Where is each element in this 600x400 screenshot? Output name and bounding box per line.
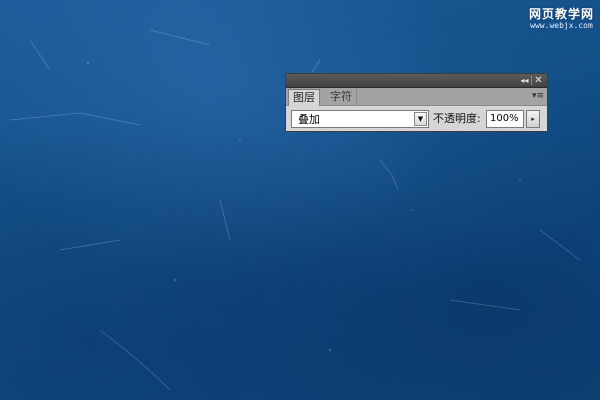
opacity-label: 不透明度: bbox=[433, 112, 481, 125]
canvas-texture bbox=[9, 29, 581, 391]
close-icon[interactable]: ✕ bbox=[532, 74, 545, 87]
panel-titlebar[interactable]: ◂◂ ✕ bbox=[286, 74, 547, 88]
chevron-down-icon[interactable]: ▼ bbox=[414, 112, 427, 126]
collapse-icon[interactable]: ◂◂ bbox=[518, 74, 531, 87]
layer-controls: 叠加 ▼ 不透明度: 100% ▸ bbox=[286, 106, 547, 132]
blend-mode-value: 叠加 bbox=[298, 113, 320, 126]
watermark-title: 网页教学网 bbox=[528, 7, 594, 21]
panel-tab-row: 图层 字符 ▾≡ bbox=[286, 88, 547, 106]
opacity-input[interactable]: 100% bbox=[486, 110, 524, 128]
layers-panel: ◂◂ ✕ 图层 字符 ▾≡ 叠加 ▼ 不透明度: 100% ▸ bbox=[285, 73, 548, 132]
blue-textured-canvas bbox=[0, 0, 600, 400]
blend-mode-select[interactable]: 叠加 ▼ bbox=[291, 110, 429, 128]
opacity-slider-arrow-icon[interactable]: ▸ bbox=[526, 110, 540, 128]
panel-menu-icon[interactable]: ▾≡ bbox=[532, 90, 544, 102]
watermark-url: www.webjx.com bbox=[530, 21, 593, 30]
tab-character[interactable]: 字符 bbox=[326, 89, 357, 105]
site-watermark: 网页教学网 www.webjx.com bbox=[529, 8, 594, 30]
tab-layers[interactable]: 图层 bbox=[288, 89, 320, 106]
